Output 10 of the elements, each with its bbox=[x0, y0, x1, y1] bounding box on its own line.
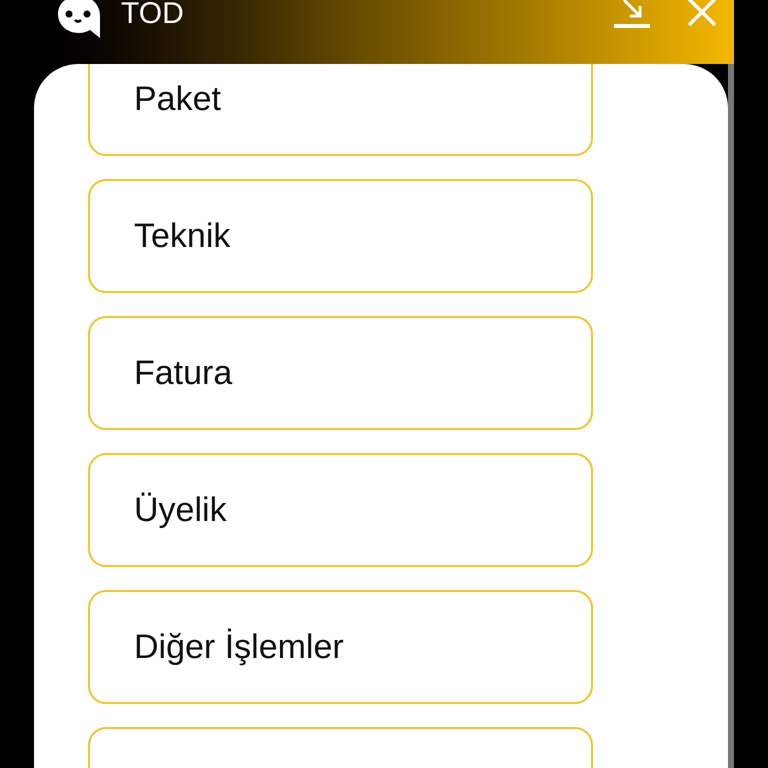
chat-bot-icon bbox=[56, 0, 102, 40]
scrollbar[interactable] bbox=[728, 64, 734, 768]
minimize-icon[interactable] bbox=[612, 0, 652, 30]
option-button[interactable]: Fatura bbox=[88, 316, 593, 430]
close-icon[interactable] bbox=[686, 0, 718, 26]
option-button[interactable]: Teknik bbox=[88, 179, 593, 293]
option-button[interactable]: Üyelik bbox=[88, 453, 593, 567]
option-button[interactable]: Diğer İşlemler bbox=[88, 590, 593, 704]
option-button[interactable]: Paket bbox=[88, 64, 593, 156]
header-title: TOD bbox=[121, 0, 184, 32]
